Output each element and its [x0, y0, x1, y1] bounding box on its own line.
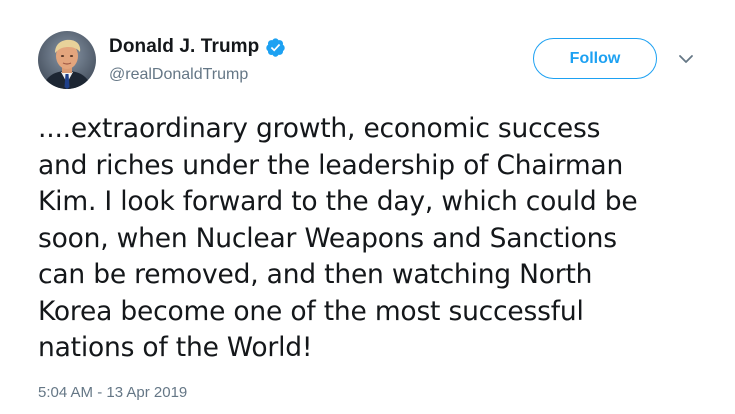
- author-display-name[interactable]: Donald J. Trump: [109, 36, 259, 58]
- chevron-down-icon[interactable]: [678, 52, 694, 66]
- author-handle[interactable]: @realDonaldTrump: [109, 66, 248, 84]
- avatar[interactable]: [38, 31, 96, 89]
- tweet-text: ....extraordinary growth, economic succe…: [38, 113, 638, 363]
- follow-button[interactable]: Follow: [533, 38, 657, 79]
- author-row: Donald J. Trump: [109, 36, 286, 58]
- tweet-timestamp[interactable]: 5:04 AM - 13 Apr 2019: [38, 384, 187, 401]
- verified-badge-icon: [265, 37, 286, 58]
- tweet-card: Donald J. Trump @realDonaldTrump Follow …: [0, 0, 735, 414]
